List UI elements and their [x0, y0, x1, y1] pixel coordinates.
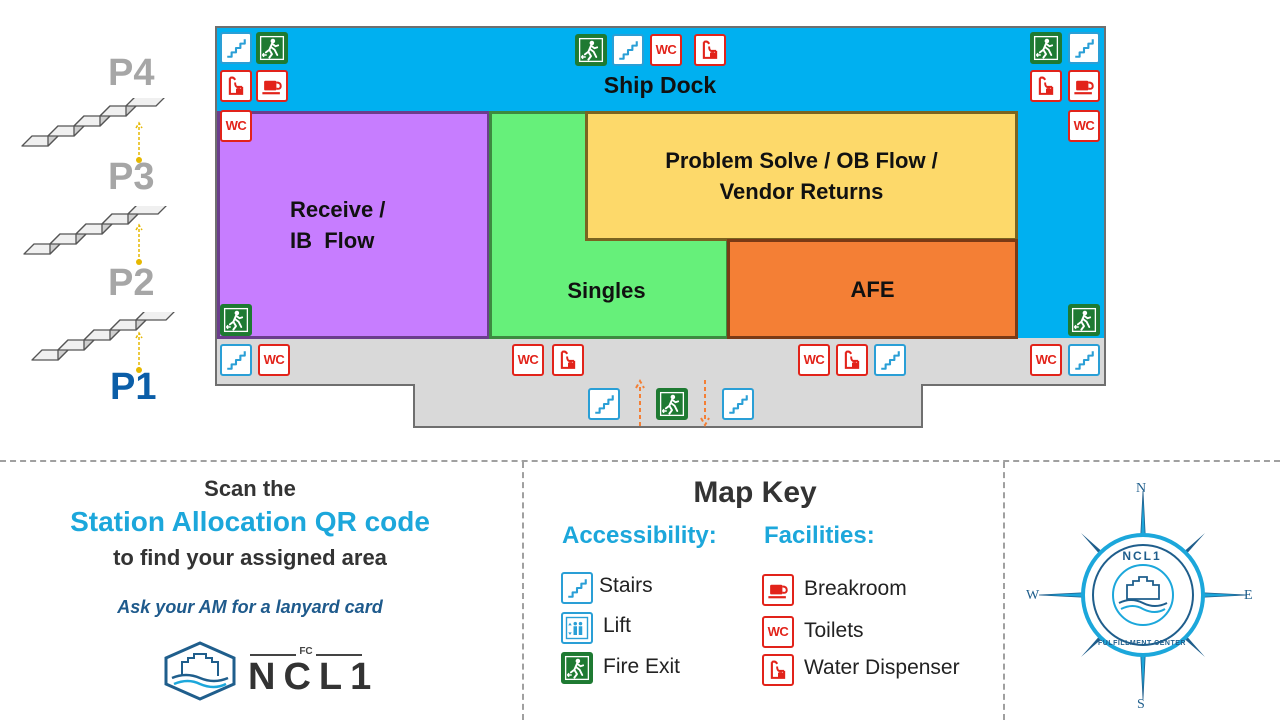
toilets-icon[interactable]: WC: [650, 34, 682, 66]
fire-exit-icon[interactable]: [220, 304, 252, 336]
staircase-icon: [20, 98, 170, 158]
breakroom-icon[interactable]: [256, 70, 288, 102]
section-divider: [522, 462, 524, 720]
stairs-icon[interactable]: [722, 388, 754, 420]
fire-exit-icon: [561, 652, 593, 684]
singles-label: Singles: [567, 278, 646, 303]
stairs-icon[interactable]: [220, 344, 252, 376]
toilets-icon[interactable]: WC: [258, 344, 290, 376]
toilets-icon[interactable]: WC: [1030, 344, 1062, 376]
accessibility-header: Accessibility:: [562, 522, 717, 549]
compass-e: E: [1244, 588, 1253, 603]
water-dispenser-icon: [762, 654, 794, 686]
scan-line-3: to find your assigned area: [113, 545, 387, 570]
stairs-icon[interactable]: [612, 34, 644, 66]
water-dispenser-icon[interactable]: [220, 70, 252, 102]
problem-solve-label: Problem Solve / OB Flow / Vendor Returns: [665, 148, 938, 204]
stairs-icon[interactable]: [1068, 32, 1100, 64]
stairs-icon[interactable]: [588, 388, 620, 420]
toilets-icon[interactable]: WC: [1068, 110, 1100, 142]
logo-ncl1-text: NCL1: [248, 656, 380, 698]
compass-s: S: [1137, 697, 1145, 712]
floor-label-p2[interactable]: P2: [108, 262, 154, 305]
receive-label: Receive / IB Flow: [290, 197, 386, 253]
lanyard-note: Ask your AM for a lanyard card: [117, 597, 383, 617]
water-dispenser-icon[interactable]: [836, 344, 868, 376]
key-label-fire-exit: Fire Exit: [603, 655, 681, 678]
floor-label-p4[interactable]: P4: [108, 52, 154, 95]
key-label-stairs: Stairs: [599, 574, 653, 597]
exit-arrow-icon: [700, 380, 710, 428]
water-dispenser-icon[interactable]: [694, 34, 726, 66]
fire-exit-icon[interactable]: [656, 388, 688, 420]
zone-afe[interactable]: AFE: [727, 239, 1018, 339]
water-dispenser-icon[interactable]: [1030, 70, 1062, 102]
zone-receive[interactable]: Receive / IB Flow: [217, 111, 490, 339]
stairs-icon[interactable]: [1068, 344, 1100, 376]
compass-rose-icon: [1038, 490, 1248, 700]
key-label-breakroom: Breakroom: [804, 577, 907, 600]
stairs-icon: [561, 572, 593, 604]
toilets-icon[interactable]: WC: [220, 110, 252, 142]
fire-exit-icon[interactable]: [1030, 32, 1062, 64]
floor-label-p1-current[interactable]: P1: [110, 366, 156, 409]
compass-w: W: [1026, 588, 1040, 603]
staircase-icon: [22, 206, 172, 266]
facilities-header: Facilities:: [764, 522, 875, 549]
entry-arrow-icon: [635, 378, 645, 426]
qr-code-link[interactable]: Station Allocation QR code: [0, 506, 500, 538]
compass-n: N: [1136, 481, 1147, 496]
water-dispenser-icon[interactable]: [552, 344, 584, 376]
key-label-lift: Lift: [603, 614, 632, 637]
breakroom-icon: [762, 574, 794, 606]
scan-line-1: Scan the: [204, 476, 296, 501]
key-label-water-dispenser: Water Dispenser: [804, 656, 960, 679]
stairs-icon[interactable]: [874, 344, 906, 376]
floor-label-p3[interactable]: P3: [108, 156, 154, 199]
breakroom-icon[interactable]: [1068, 70, 1100, 102]
badge-bottom-label: FULFILLMENT CENTER: [1098, 640, 1186, 647]
afe-label: AFE: [850, 276, 895, 302]
key-label-toilets: Toilets: [804, 619, 864, 642]
toilets-icon[interactable]: WC: [512, 344, 544, 376]
zone-problem-solve[interactable]: Problem Solve / OB Flow / Vendor Returns: [585, 111, 1018, 241]
staircase-icon: [30, 312, 180, 372]
section-divider: [0, 460, 1280, 462]
ncl1-logo-icon: [164, 641, 236, 701]
fire-exit-icon[interactable]: [1068, 304, 1100, 336]
ship-dock-label: Ship Dock: [603, 72, 717, 98]
section-divider: [1003, 462, 1005, 720]
up-arrow-icon: [135, 223, 143, 265]
toilets-icon[interactable]: WC: [798, 344, 830, 376]
badge-top-label: NCL1: [1122, 549, 1162, 563]
stairs-icon[interactable]: [220, 32, 252, 64]
fire-exit-icon[interactable]: [575, 34, 607, 66]
map-key-title: Map Key: [693, 476, 817, 509]
lift-icon: [561, 612, 593, 644]
toilets-icon: WC: [762, 616, 794, 648]
fire-exit-icon[interactable]: [256, 32, 288, 64]
